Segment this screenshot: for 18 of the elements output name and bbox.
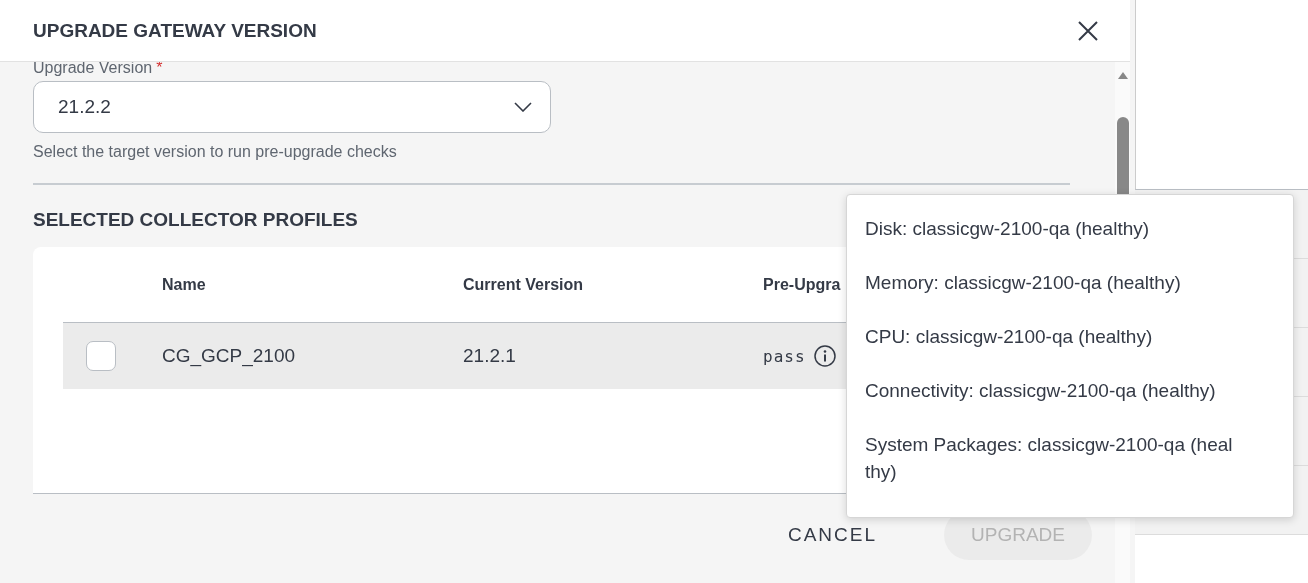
popover-item: CPU: classicgw-2100-qa (healthy)	[865, 325, 1154, 349]
column-header: Current Version	[463, 275, 584, 294]
required-mark: *	[156, 62, 163, 77]
table-cell: CG_GCP_2100	[162, 345, 296, 367]
popover-item: Memory: classicgw-2100-qa (healthy)	[865, 271, 1182, 295]
popover-item: System Packages: classicgw-2100-qa (healthy)	[865, 433, 1234, 484]
table-cell: pass	[763, 346, 806, 366]
section-title: SELECTED COLLECTOR PROFILES	[33, 209, 358, 231]
field-label: Upgrade Version	[33, 62, 153, 77]
field-hint: Select the target version to run pre-upgrade checks	[33, 143, 398, 161]
cancel-button[interactable]: CANCEL	[760, 510, 905, 560]
popover-item: Disk: classicgw-2100-qa (healthy)	[865, 217, 1151, 241]
column-header: Name	[162, 275, 206, 294]
version-select[interactable]: 21.2.2	[33, 81, 551, 133]
popover-item: Connectivity: classicgw-2100-qa (healthy)	[865, 379, 1217, 403]
table-cell: 21.2.1	[463, 345, 516, 367]
column-header: Pre-Upgra	[763, 275, 841, 294]
dialog-title: UPGRADE GATEWAY VERSION	[33, 19, 317, 42]
